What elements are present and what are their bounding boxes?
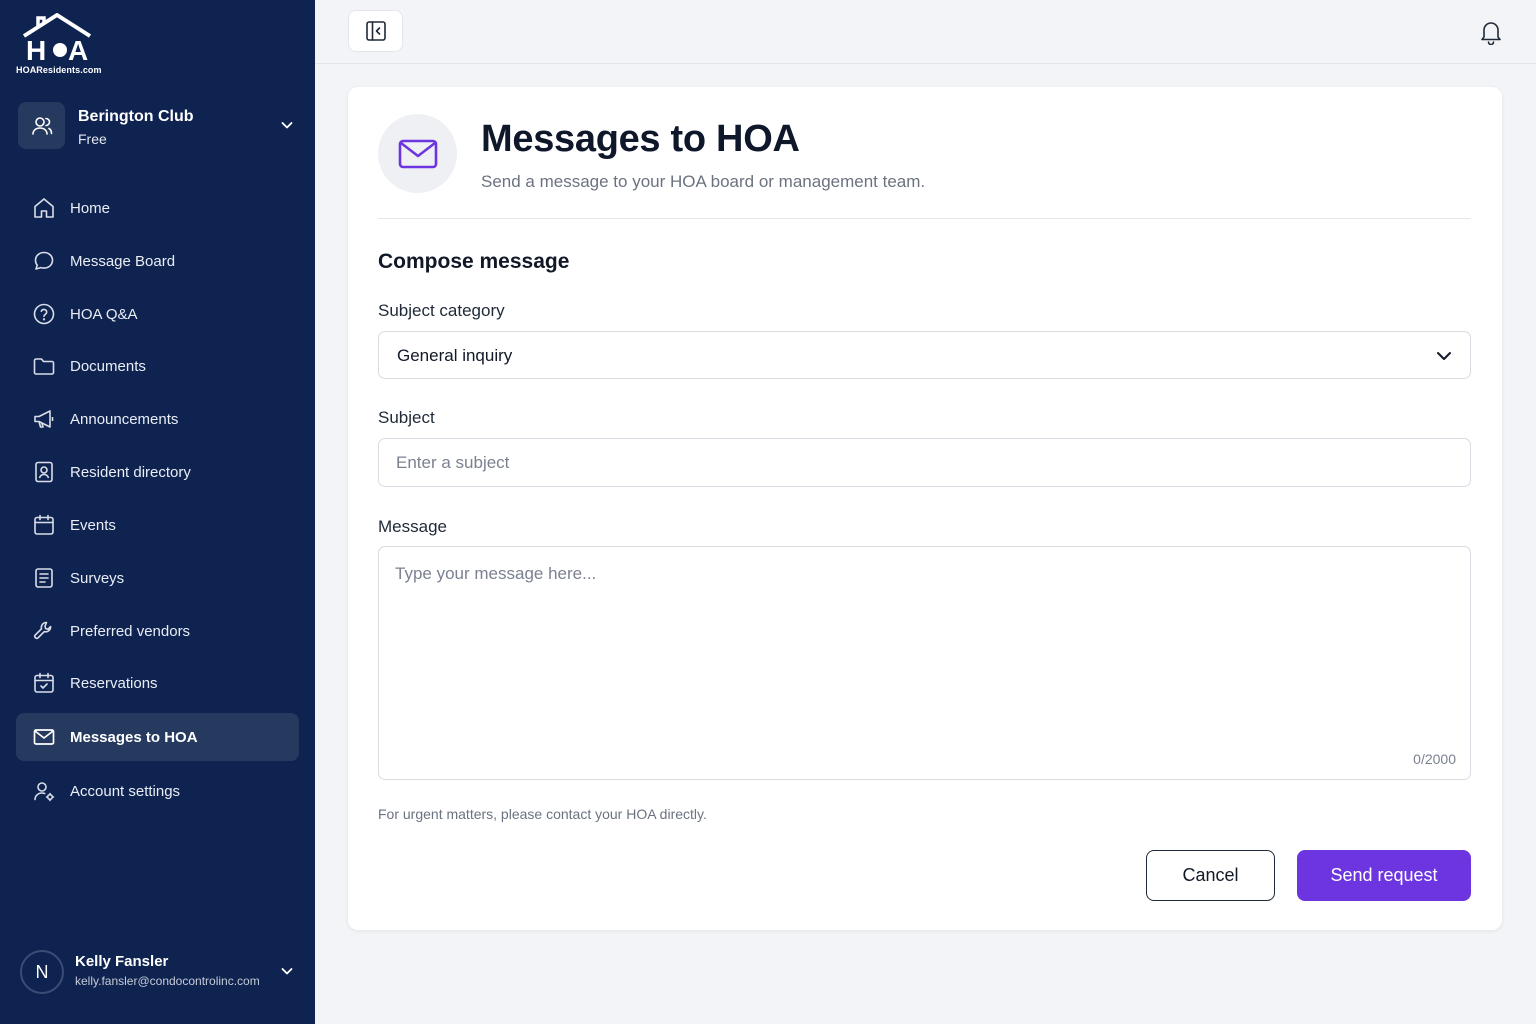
sidebar-item-resident-directory[interactable]: Resident directory: [16, 448, 299, 496]
sidebar-item-label: Resident directory: [70, 463, 191, 481]
send-request-button[interactable]: Send request: [1297, 850, 1471, 901]
sidebar-item-label: Preferred vendors: [70, 622, 191, 640]
sidebar-item-announcements[interactable]: Announcements: [16, 395, 299, 443]
envelope-icon: [378, 114, 457, 193]
sidebar-collapse-icon: [365, 21, 386, 41]
organization-switcher[interactable]: Berington Club Free: [18, 102, 300, 150]
envelope-icon: [32, 725, 56, 749]
sidebar-item-hoa-qa[interactable]: HOA Q&A: [16, 290, 299, 338]
megaphone-icon: [32, 407, 56, 431]
sidebar-item-label: Home: [70, 199, 111, 217]
chevron-down-icon: [281, 968, 293, 975]
sidebar-item-label: HOA Q&A: [70, 305, 138, 323]
cancel-button[interactable]: Cancel: [1146, 850, 1275, 901]
hoa-logo[interactable]: H A HOAResidents.com: [16, 12, 126, 78]
sidebar-item-preferred-vendors[interactable]: Preferred vendors: [16, 607, 299, 655]
notifications-bell-icon[interactable]: [1479, 19, 1503, 50]
subject-input[interactable]: [378, 438, 1471, 487]
top-bar: [315, 0, 1536, 64]
sidebar-item-surveys[interactable]: Surveys: [16, 554, 299, 602]
sidebar-item-label: Events: [70, 516, 116, 534]
calendar-icon: [32, 513, 56, 537]
sidebar-item-home[interactable]: Home: [16, 184, 299, 232]
subject-category-select[interactable]: General inquiry: [378, 331, 1471, 379]
message-label: Message: [378, 517, 447, 536]
svg-text:A: A: [68, 35, 88, 64]
sidebar-item-label: Surveys: [70, 569, 125, 587]
wrench-icon: [32, 619, 56, 643]
character-counter: 0/2000: [1413, 751, 1456, 767]
avatar: N: [20, 950, 64, 994]
calendar-check-icon: [32, 671, 56, 695]
user-email: kelly.fansler@condocontrolinc.com: [75, 974, 260, 988]
category-label: Subject category: [378, 301, 505, 320]
chat-bubble-icon: [32, 249, 56, 273]
sidebar-item-messages-to-hoa[interactable]: Messages to HOA: [16, 713, 299, 761]
folder-icon: [32, 354, 56, 378]
compose-card: Messages to HOA Send a message to your H…: [348, 87, 1502, 930]
contact-card-icon: [32, 460, 56, 484]
subject-label: Subject: [378, 408, 435, 427]
organization-plan: Free: [78, 131, 107, 147]
question-circle-icon: [32, 302, 56, 326]
sidebar-item-label: Account settings: [70, 782, 181, 800]
sidebar-item-label: Documents: [70, 357, 146, 375]
chevron-down-icon: [281, 122, 293, 129]
urgent-note: For urgent matters, please contact your …: [378, 806, 707, 822]
logo-caption: HOAResidents.com: [16, 65, 102, 75]
user-menu[interactable]: N Kelly Fansler kelly.fansler@condocontr…: [20, 948, 300, 996]
selected-category: General inquiry: [397, 346, 513, 365]
organization-name: Berington Club: [78, 108, 194, 125]
chevron-down-icon: [1437, 352, 1451, 360]
sidebar-item-documents[interactable]: Documents: [16, 342, 299, 390]
sidebar-item-label: Reservations: [70, 674, 158, 692]
sidebar-item-events[interactable]: Events: [16, 501, 299, 549]
home-icon: [32, 196, 56, 220]
page-subtitle: Send a message to your HOA board or mana…: [481, 172, 926, 191]
message-textarea[interactable]: [378, 546, 1471, 780]
sidebar-item-reservations[interactable]: Reservations: [16, 659, 299, 707]
sidebar-item-label: Announcements: [70, 410, 179, 428]
section-title: Compose message: [378, 250, 570, 273]
svg-text:H: H: [26, 35, 46, 64]
house-logo-icon: H A: [22, 13, 92, 64]
user-gear-icon: [32, 779, 56, 803]
divider: [378, 218, 1471, 219]
clipboard-list-icon: [32, 566, 56, 590]
sidebar-item-message-board[interactable]: Message Board: [16, 237, 299, 285]
sidebar-item-account-settings[interactable]: Account settings: [16, 767, 299, 815]
sidebar-item-label: Message Board: [70, 252, 176, 270]
sidebar: H A HOAResidents.com Berington Club Free…: [0, 0, 315, 1024]
collapse-sidebar-button[interactable]: [348, 10, 403, 52]
users-icon: [18, 102, 65, 149]
page-title: Messages to HOA: [481, 118, 800, 160]
user-name: Kelly Fansler: [75, 953, 169, 970]
sidebar-item-label: Messages to HOA: [70, 728, 198, 746]
